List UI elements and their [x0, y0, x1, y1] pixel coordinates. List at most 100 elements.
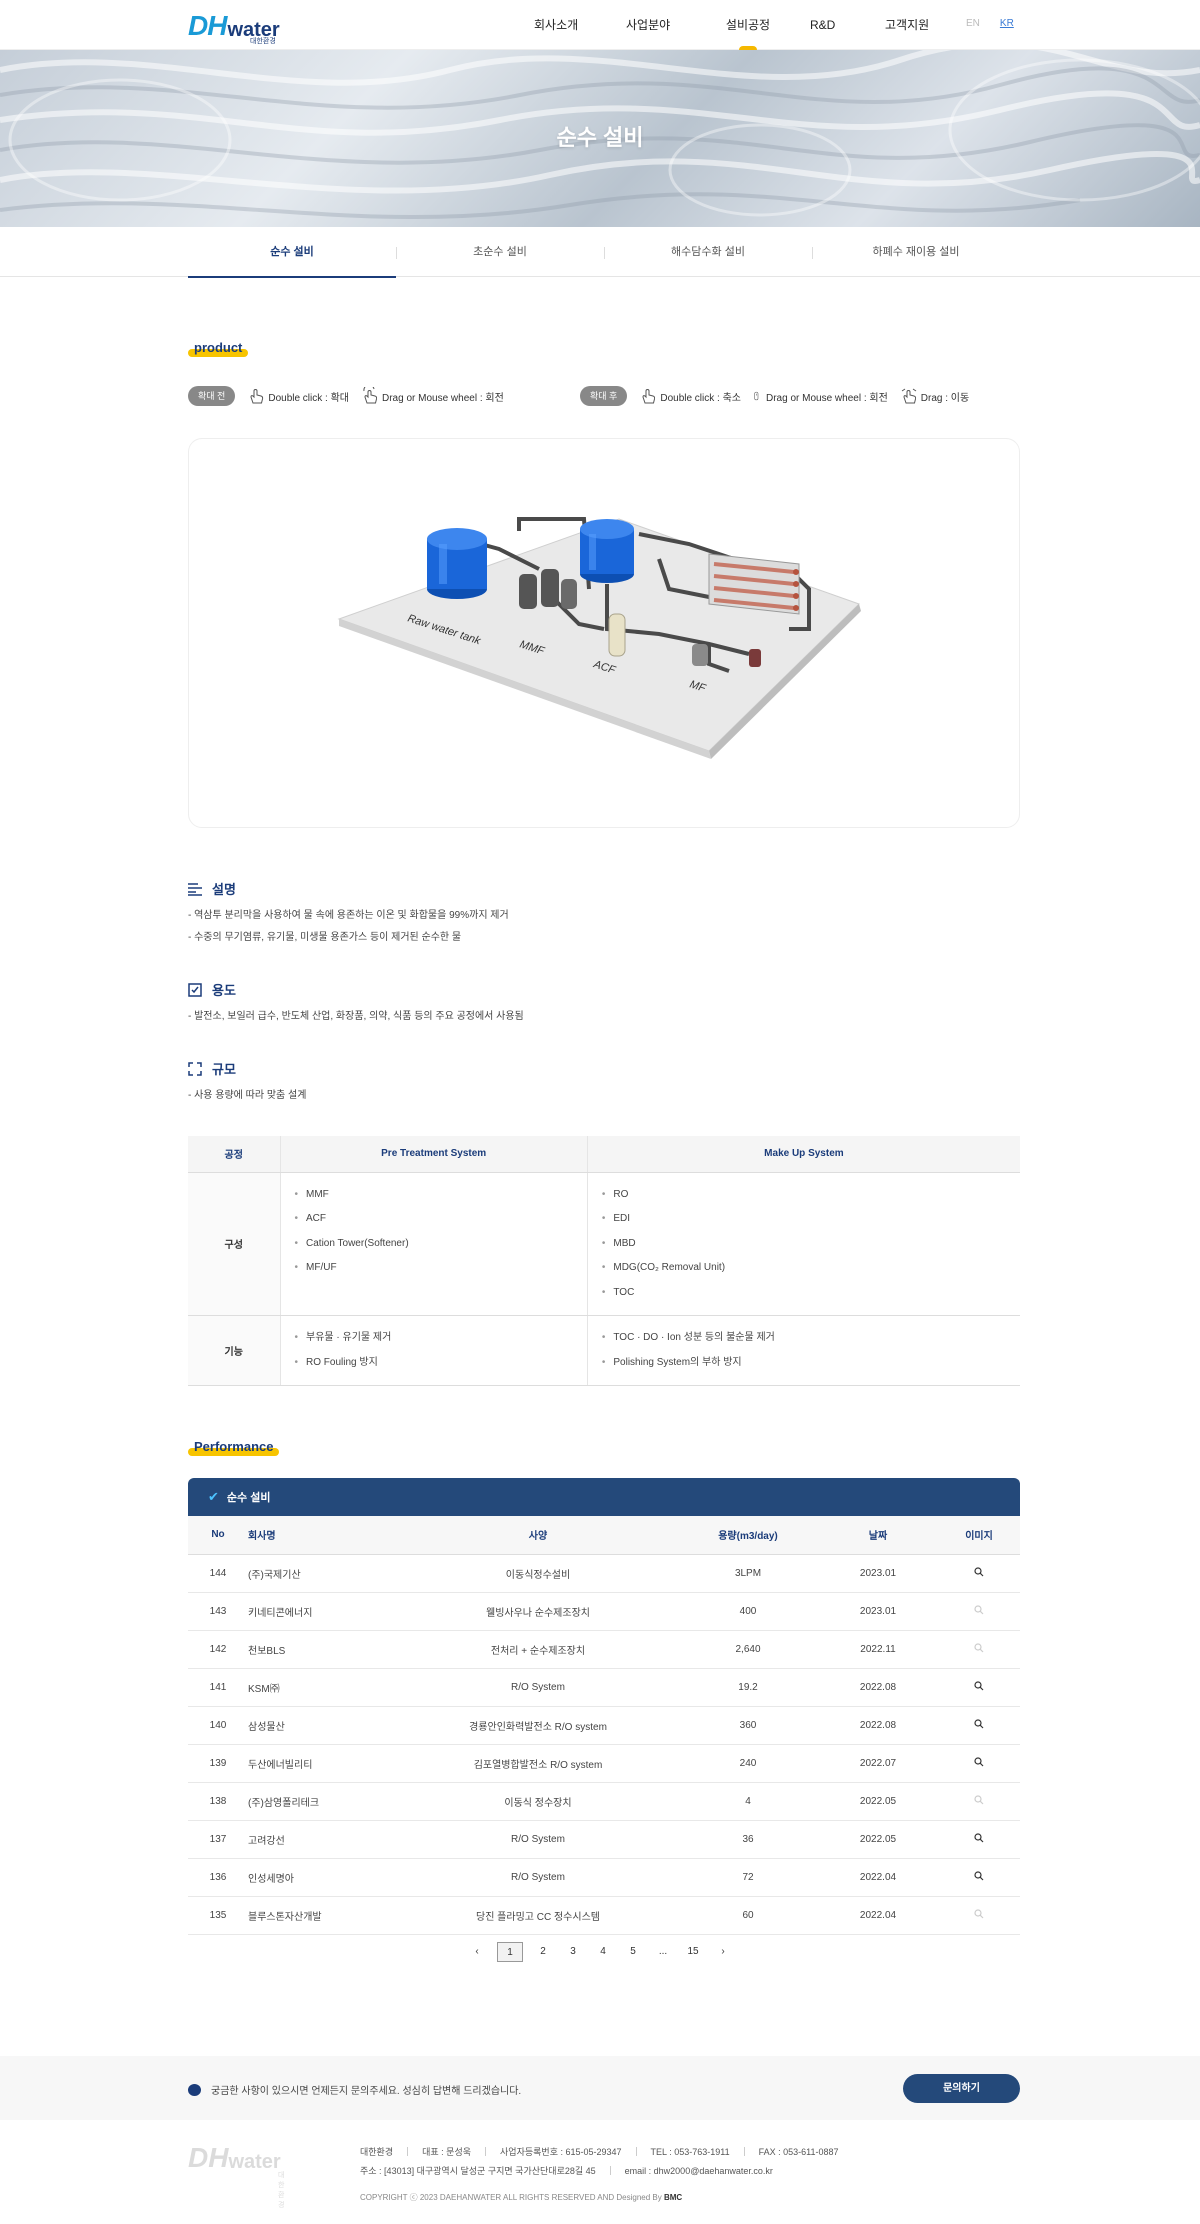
lang-en[interactable]: EN: [966, 18, 980, 29]
prev-page-button[interactable]: ‹: [467, 1942, 487, 1962]
page: { "header": { "logo_dh": "DH", "logo_wat…: [0, 0, 1200, 2224]
perf-capacity: 2,640: [678, 1630, 818, 1669]
chat-bubble-icon: [188, 2083, 201, 2096]
spec-item: MBD: [602, 1232, 1006, 1257]
perf-date: 2023.01: [818, 1592, 938, 1631]
performance-table: No 회사명 사양 용량(m3/day) 날짜 이미지 144 (주)국제기산 이동…: [188, 1516, 1020, 1935]
spec-row-composition: 구성 MMF ACF Cation Tower(Softener) MF/UF …: [188, 1172, 1020, 1316]
perf-image-cell: [938, 1896, 1020, 1935]
site-header: DH water 대한환경 회사소개 사업분야 설비공정 R&D 고객지원 EN…: [0, 0, 1200, 50]
site-footer: DH water 대한환경 대한환경 대표 : 문성욱 사업자등록번호 : 61…: [0, 2120, 1200, 2224]
perf-capacity: 36: [678, 1820, 818, 1859]
footer-company: 대한환경: [360, 2147, 394, 2157]
designer-name: BMC: [663, 2193, 683, 2202]
perf-no: 137: [188, 1820, 248, 1859]
col-capacity: 용량(m3/day): [678, 1516, 818, 1555]
perf-date: 2022.07: [818, 1744, 938, 1783]
perf-no: 135: [188, 1896, 248, 1935]
usage-heading: 용도: [188, 980, 236, 999]
search-icon[interactable]: [974, 1680, 984, 1691]
footer-logo: DH water 대한환경: [188, 2142, 284, 2209]
next-page-button[interactable]: ›: [713, 1942, 733, 1962]
nav-rnd[interactable]: R&D: [810, 0, 850, 50]
description-line-1: - 역삼투 분리막을 사용하여 물 속에 용존하는 이온 및 화합물을 99%까…: [188, 910, 509, 921]
before-zoom-pill: 확대 전: [188, 386, 236, 406]
inquiry-text: 궁금한 사항이 있으시면 언제든지 문의주세요. 성심히 답변해 드리겠습니다.: [211, 2086, 522, 2097]
page-button[interactable]: 2: [533, 1942, 553, 1962]
search-icon: [974, 1794, 984, 1804]
perf-no: 138: [188, 1782, 248, 1821]
perf-image-cell: [938, 1744, 1020, 1783]
page-button[interactable]: 15: [683, 1942, 703, 1962]
scale-line-1: - 사용 용량에 따라 맞춤 설계: [188, 1090, 307, 1101]
page-button[interactable]: 4: [593, 1942, 613, 1962]
tab-pure-water[interactable]: 순수 설비: [188, 227, 396, 278]
spec-item: RO Fouling 방지: [295, 1351, 573, 1376]
nav-support[interactable]: 고객지원: [885, 0, 945, 50]
footer-logo-water: water: [228, 2151, 281, 2173]
product-section-title: product: [188, 340, 249, 357]
table-row: 137 고려강선 R/O System 36 2022.05: [188, 1820, 1020, 1859]
list-icon: [188, 882, 202, 896]
search-icon: [974, 1908, 984, 1918]
col-spec: 사양: [398, 1516, 678, 1555]
spec-row-label: 기능: [188, 1315, 280, 1386]
spec-item: Cation Tower(Softener): [295, 1232, 573, 1257]
inquiry-button[interactable]: 문의하기: [903, 2074, 1020, 2103]
perf-no: 141: [188, 1668, 248, 1707]
perf-spec: 전처리 + 순수제조장치: [398, 1630, 678, 1669]
viewer-hint-after: 확대 후 Double click : 축소 Drag or Mouse whe…: [580, 386, 981, 406]
page-button[interactable]: 3: [563, 1942, 583, 1962]
footer-logo-dh: DH: [188, 2142, 229, 2173]
footer-ceo: 대표 : 문성욱: [422, 2147, 472, 2157]
3d-model-viewer[interactable]: Raw water tank MMF ACF MF: [188, 438, 1020, 828]
search-icon[interactable]: [974, 1870, 984, 1881]
search-icon[interactable]: [974, 1566, 984, 1577]
spec-item: ACF: [295, 1207, 573, 1232]
spec-table: 공정 Pre Treatment System Make Up System 구…: [188, 1136, 1020, 1386]
expand-icon: [188, 1061, 202, 1076]
page-button[interactable]: 5: [623, 1942, 643, 1962]
language-switch: EN KR: [966, 18, 1014, 29]
perf-date: 2023.01: [818, 1554, 938, 1593]
page-button[interactable]: 1: [497, 1942, 523, 1962]
table-row: 138 (주)삼영폴리테크 이동식 정수장치 4 2022.05: [188, 1782, 1020, 1821]
after-hint-2: Drag or Mouse wheel : 회전: [766, 392, 888, 404]
double-click-icon: [250, 388, 264, 404]
tab-wastewater-reuse[interactable]: 하폐수 재이용 설비: [812, 227, 1020, 277]
perf-date: 2022.08: [818, 1668, 938, 1707]
raw-water-tank-shape: [427, 528, 487, 599]
lang-kr[interactable]: KR: [1000, 18, 1014, 29]
nav-company[interactable]: 회사소개: [534, 0, 594, 50]
footer-company-info: 대한환경 대표 : 문성욱 사업자등록번호 : 615-05-29347 TEL…: [360, 2145, 839, 2158]
logo[interactable]: DH water 대한환경: [188, 10, 280, 45]
spec-row-label: 구성: [188, 1172, 280, 1316]
scale-heading: 규모: [188, 1059, 236, 1078]
perf-image-cell: [938, 1630, 1020, 1669]
nav-facility[interactable]: 설비공정: [718, 0, 778, 50]
performance-title-text: Performance: [194, 1439, 274, 1454]
footer-address-info: 주소 : [43013] 대구광역시 달성군 구지면 국가산단대로28길 45 …: [360, 2164, 773, 2177]
perf-capacity: 3LPM: [678, 1554, 818, 1593]
after-hint-1: Double click : 축소: [660, 392, 741, 404]
product-title-text: product: [194, 340, 243, 355]
spec-header-pretreatment: Pre Treatment System: [279, 1136, 588, 1173]
pure-water-plant-model: Raw water tank MMF ACF MF: [337, 517, 861, 759]
after-hint-3: Drag : 이동: [920, 392, 970, 404]
perf-no: 140: [188, 1706, 248, 1745]
search-icon[interactable]: [974, 1832, 984, 1843]
tab-ultrapure-water[interactable]: 초순수 설비: [396, 227, 604, 277]
nav-business[interactable]: 사업분야: [626, 0, 686, 50]
perf-capacity: 72: [678, 1858, 818, 1897]
usage-line-1: - 발전소, 보일러 급수, 반도체 산업, 화장품, 의약, 식품 등의 주요…: [188, 1011, 524, 1022]
table-row: 139 두산에너빌리티 김포열병합발전소 R/O system 240 2022.07: [188, 1744, 1020, 1783]
inquiry-banner: 궁금한 사항이 있으시면 언제든지 문의주세요. 성심히 답변해 드리겠습니다.…: [0, 2056, 1200, 2120]
col-company: 회사명: [248, 1516, 398, 1555]
perf-image-cell: [938, 1782, 1020, 1821]
search-icon[interactable]: [974, 1718, 984, 1729]
search-icon[interactable]: [974, 1756, 984, 1767]
tab-desalination[interactable]: 해수담수화 설비: [604, 227, 812, 277]
col-date: 날짜: [818, 1516, 938, 1555]
perf-company: (주)국제기산: [248, 1554, 398, 1593]
perf-company: 천보BLS: [248, 1630, 398, 1669]
